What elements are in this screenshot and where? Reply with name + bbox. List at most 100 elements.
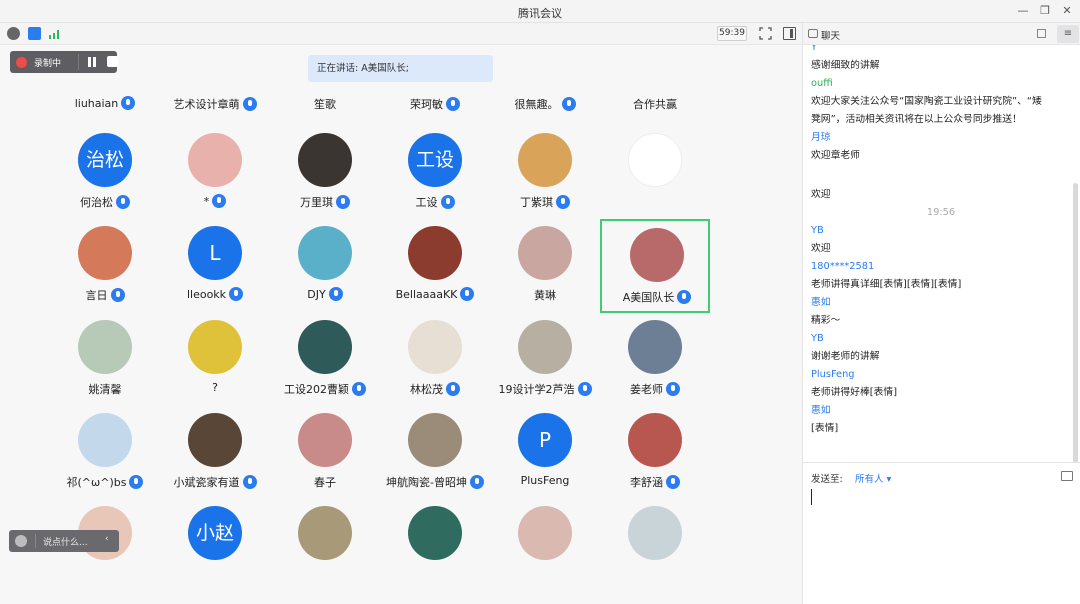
chat-message: 谢谢老师的讲解 [811, 351, 880, 362]
chevron-left-icon[interactable]: ‹ [105, 534, 109, 544]
mic-icon [460, 287, 475, 301]
participant-tile[interactable]: BellaaaaKK [380, 219, 490, 313]
participant-tile[interactable]: 坤航陶瓷-曾昭坤 [380, 406, 490, 500]
participant-name-text: 言日 [85, 289, 108, 302]
participant-tile[interactable]: 小赵 [160, 499, 270, 593]
participant-name-text: 万里琪 [300, 196, 333, 209]
participant-name: 19设计学2芦浩 [490, 381, 600, 397]
avatar [188, 320, 242, 374]
stop-icon[interactable] [107, 56, 118, 67]
image-icon[interactable] [1061, 471, 1073, 481]
popout-icon[interactable] [1037, 29, 1046, 38]
participant-tile[interactable]: 林松茂 [380, 313, 490, 407]
chat-message: 欢迎 [811, 243, 831, 254]
mic-icon [121, 96, 136, 110]
participant-name-text: PlusFeng [520, 474, 570, 487]
participant-tile[interactable]: 言日 [50, 219, 160, 313]
chat-scrollbar[interactable] [1073, 183, 1078, 463]
avatar [78, 226, 132, 280]
participant-tile[interactable]: 19设计学2芦浩 [490, 313, 600, 407]
send-target-select[interactable]: 所有人 ▾ [855, 471, 891, 485]
participant-tile[interactable]: 治松 何治松 [50, 126, 160, 220]
chat-icon [808, 29, 818, 38]
participant-tile[interactable]: 万里琪 [270, 126, 380, 220]
chat-message-list[interactable]: Y 感谢细致的讲解 ouffi 欢迎大家关注公众号“国家陶瓷工业设计研究院”、“矮 凳网… [803, 45, 1080, 461]
participant-tile[interactable]: Llleookk [160, 219, 270, 313]
fullscreen-icon[interactable] [759, 27, 772, 40]
participant-tile[interactable]: A美国队长 [600, 219, 710, 313]
pause-icon[interactable] [84, 54, 100, 70]
participant-tile[interactable]: 黄琳 [490, 219, 600, 313]
participant-tile[interactable] [270, 499, 380, 593]
participant-name: 工设202曹颖 [270, 381, 380, 397]
chat-input[interactable] [811, 489, 812, 505]
say-placeholder: 说点什么... [43, 538, 88, 548]
participant-tile[interactable] [600, 499, 710, 593]
participant-tile[interactable]: 工设202曹颖 [270, 313, 380, 407]
restore-icon[interactable]: ❐ [1036, 3, 1054, 19]
chat-quick-input[interactable]: 说点什么... ‹ [9, 530, 119, 552]
chat-header: 聊天 ≡ [803, 23, 1080, 45]
participant-tile[interactable]: 春子 [270, 406, 380, 500]
signal-icon[interactable] [48, 28, 62, 39]
participant-name-text: 艺术设计章萌 [173, 98, 240, 111]
participant-tile[interactable]: * [160, 126, 270, 220]
participant-name: 言日 [50, 287, 160, 303]
participant-tile[interactable]: 姜老师 [600, 313, 710, 407]
participant-tile[interactable]: 丁紫琪 [490, 126, 600, 220]
menu-icon[interactable]: ≡ [1057, 25, 1079, 43]
info-icon[interactable] [7, 27, 20, 40]
avatar [78, 320, 132, 374]
avatar [298, 133, 352, 187]
record-icon [16, 57, 27, 68]
mic-icon [666, 475, 680, 489]
participant-name-text: lleookk [186, 288, 227, 301]
participant-name: 祁(^ω^)bs [50, 474, 160, 490]
participant-tile[interactable]: 工设 工设 [380, 126, 490, 220]
emoji-icon[interactable] [15, 535, 27, 547]
participant-name: 小斌瓷家有道 [160, 474, 270, 490]
participant-tile[interactable]: ? [160, 313, 270, 407]
close-icon[interactable]: ✕ [1058, 3, 1076, 19]
participant-tile[interactable] [600, 126, 710, 220]
avatar: 治松 [78, 133, 132, 187]
participant-name: 何治松 [50, 194, 160, 210]
avatar: 小赵 [188, 506, 242, 560]
send-target-value: 所有人 [855, 474, 884, 485]
participant-name: * [160, 194, 270, 208]
layout-icon[interactable] [783, 27, 796, 40]
participant-name: 艺术设计章萌 [160, 96, 270, 112]
mic-icon [242, 97, 257, 111]
avatar [298, 226, 352, 280]
mic-icon [110, 288, 125, 302]
participant-tile[interactable]: 姚清馨 [50, 313, 160, 407]
participant-name: 林松茂 [380, 381, 490, 397]
avatar [628, 506, 682, 560]
minimize-icon[interactable]: — [1014, 3, 1032, 19]
shield-icon[interactable] [28, 27, 41, 40]
participant-name: 李舒涵 [600, 474, 710, 490]
meeting-timer: 59:39 [717, 26, 747, 41]
participant-name-text: 笙歌 [314, 98, 336, 111]
chat-message: 老师讲得真详细[表情][表情][表情] [811, 279, 962, 290]
chat-sender: Y [811, 45, 817, 53]
avatar [518, 506, 572, 560]
mic-icon [666, 382, 680, 396]
mic-icon [446, 97, 460, 111]
participant-tile[interactable]: P PlusFeng [490, 406, 600, 500]
participant-tile[interactable] [380, 499, 490, 593]
chat-message: 感谢细致的讲解 [811, 60, 880, 71]
mic-icon [328, 287, 343, 301]
chat-message: 欢迎 [811, 189, 831, 200]
participant-tile[interactable]: 祁(^ω^)bs [50, 406, 160, 500]
participant-tile[interactable]: DJY [270, 219, 380, 313]
participant-tile[interactable] [490, 499, 600, 593]
speaking-indicator: 正在讲话: A美国队长; [308, 55, 493, 82]
participant-name-text: liuhaian [74, 97, 119, 110]
chat-sender: 180****2581 [811, 261, 875, 272]
participant-name-text: 姚清馨 [88, 383, 122, 396]
participant-tile[interactable]: 李舒涵 [600, 406, 710, 500]
mic-icon [336, 195, 350, 209]
chat-title: 聊天 [821, 31, 841, 42]
participant-tile[interactable]: 小斌瓷家有道 [160, 406, 270, 500]
